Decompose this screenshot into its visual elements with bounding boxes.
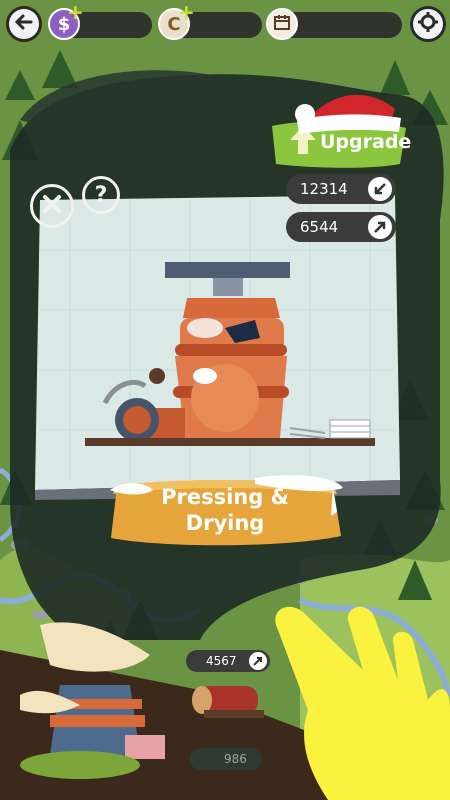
building-counter-value: 4567 — [206, 654, 237, 668]
add-cash-icon[interactable]: + — [67, 0, 84, 24]
bottom-counter-pill[interactable]: 986 — [190, 748, 262, 770]
question-icon: ? — [94, 182, 108, 208]
pressing-drying-button[interactable]: Pressing & Drying — [105, 472, 345, 550]
back-arrow-icon — [14, 13, 33, 35]
calendar-icon — [273, 13, 291, 35]
output-stat-value: 6544 — [300, 218, 339, 236]
action-label-line2: Drying — [185, 511, 265, 535]
log-building-icon — [192, 686, 264, 718]
tutorial-hand-icon — [275, 606, 450, 800]
input-stat-value: 12314 — [300, 180, 348, 198]
bottom-counter-value: 986 — [224, 752, 247, 766]
upgrade-label: Upgrade — [320, 131, 412, 153]
add-coin-icon[interactable]: + — [178, 0, 195, 24]
output-stat-pill[interactable]: 6544 — [286, 212, 396, 242]
close-icon — [41, 193, 63, 219]
back-button[interactable] — [6, 6, 42, 42]
input-stat-pill[interactable]: 12314 — [286, 174, 396, 204]
paper-mill-building-icon — [20, 622, 165, 779]
close-button[interactable] — [30, 184, 74, 228]
export-arrow-icon — [368, 215, 392, 239]
settings-button[interactable] — [410, 6, 446, 42]
building-counter-pill[interactable]: 4567 — [186, 650, 270, 672]
help-button[interactable]: ? — [82, 176, 120, 214]
calendar-button[interactable] — [266, 8, 298, 40]
action-label-line1: Pressing & — [161, 485, 289, 509]
import-arrow-icon — [368, 177, 392, 201]
export-arrow-icon — [249, 652, 267, 670]
santa-hat-icon — [295, 94, 401, 134]
press-machine-illustration — [85, 262, 375, 446]
gear-icon — [418, 12, 438, 36]
